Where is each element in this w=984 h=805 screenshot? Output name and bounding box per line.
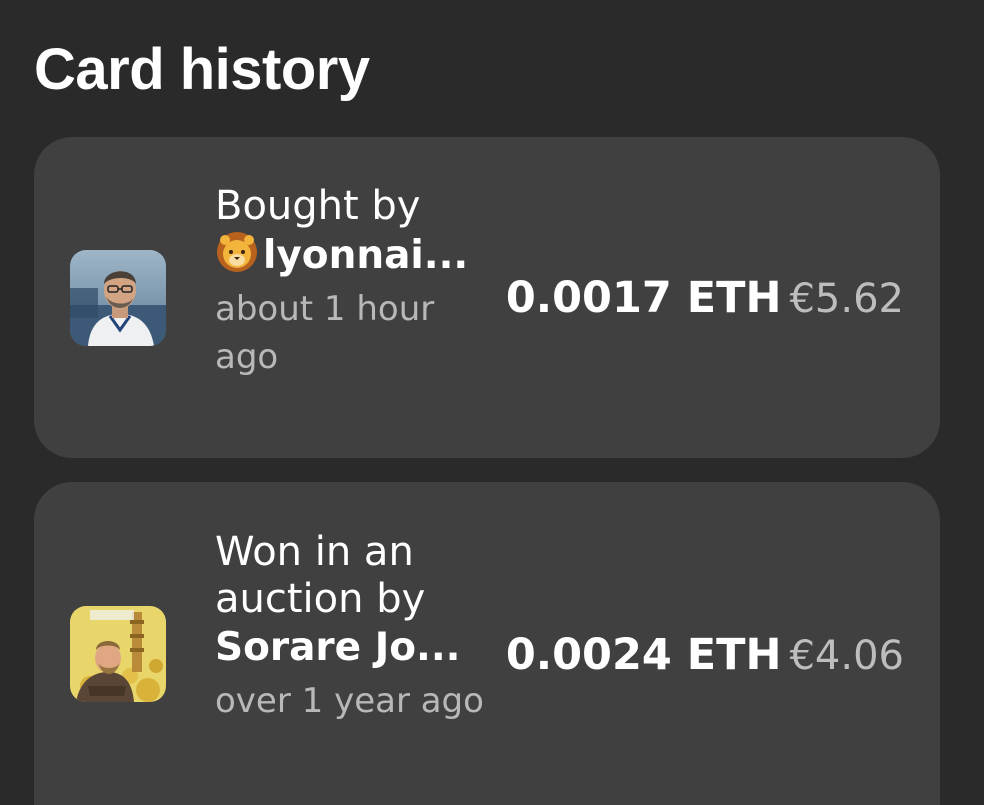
avatar[interactable] — [70, 250, 166, 346]
history-price: 0.0024 ETH €4.06 — [506, 630, 904, 681]
history-action: Won in an auction by — [215, 529, 426, 622]
history-description: Bought by lyonnai... about 1 hour ago — [215, 183, 490, 381]
history-item[interactable]: Won in an auction by Sorare Jo... over 1… — [34, 482, 940, 805]
winner-link[interactable]: Sorare Jo... — [215, 623, 490, 673]
buyer-name: lyonnai... — [263, 233, 469, 278]
buyer-link[interactable]: lyonnai... — [215, 230, 490, 281]
history-description: Won in an auction by Sorare Jo... over 1… — [215, 529, 490, 725]
history-price: 0.0017 ETH €5.62 — [506, 273, 904, 324]
price-eur: €5.62 — [789, 276, 904, 322]
avatar-image — [70, 606, 166, 702]
price-eth: 0.0017 ETH — [505, 273, 782, 323]
card-history-page: Card history Bought by lyonnai... about … — [0, 0, 984, 805]
avatar-image — [70, 250, 166, 346]
avatar[interactable] — [70, 606, 166, 702]
history-time: over 1 year ago — [215, 681, 484, 721]
page-title: Card history — [34, 37, 370, 102]
lion-emoji-icon — [217, 232, 257, 272]
history-action: Bought by — [215, 183, 421, 229]
price-eth: 0.0024 ETH — [505, 630, 782, 680]
price-eur: €4.06 — [789, 633, 904, 679]
history-item[interactable]: Bought by lyonnai... about 1 hour ago 0.… — [34, 137, 940, 458]
history-time: about 1 hour ago — [215, 289, 435, 377]
